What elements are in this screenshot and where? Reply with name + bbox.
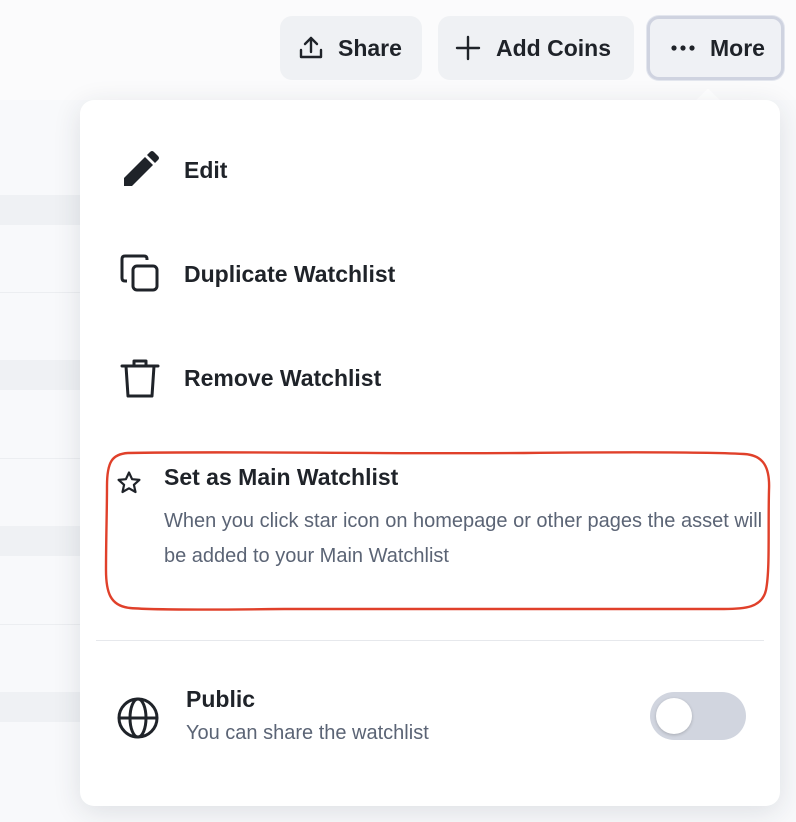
public-option: Public You can share the watchlist [80,670,780,770]
ellipsis-icon [670,44,696,52]
trash-icon [118,356,162,400]
background-divider [0,458,80,459]
more-dropdown-menu: Edit Duplicate Watchlist Remove Watchlis… [80,100,780,806]
public-description: You can share the watchlist [186,722,429,744]
set-main-watchlist-description: When you click star icon on homepage or … [164,510,763,567]
background-divider [0,292,80,293]
public-toggle[interactable] [650,692,746,740]
plus-icon [454,34,482,62]
public-title: Public [186,686,256,712]
duplicate-watchlist-label: Duplicate Watchlist [184,260,396,287]
add-coins-label: Add Coins [496,34,611,61]
background-row [0,692,80,722]
remove-watchlist-menu-item[interactable]: Remove Watchlist [80,338,780,418]
pencil-icon [118,148,162,192]
background-divider [0,624,80,625]
background-row [0,195,80,225]
watchlist-page: Share Add Coins More Edit Duplicate Watc… [0,0,796,822]
more-label: More [710,34,765,61]
share-button[interactable]: Share [280,16,422,80]
share-upload-icon [298,35,324,61]
toggle-knob [656,698,692,734]
copy-icon [118,252,162,296]
remove-watchlist-label: Remove Watchlist [184,364,382,391]
menu-divider [96,640,764,641]
star-icon [116,470,142,501]
globe-icon [116,696,160,745]
background-row [0,526,80,556]
add-coins-button[interactable]: Add Coins [438,16,634,80]
edit-menu-item[interactable]: Edit [80,130,780,210]
set-main-watchlist-option[interactable]: Set as Main Watchlist When you click sta… [104,450,770,610]
watchlist-toolbar: Share Add Coins More [0,16,796,80]
more-button[interactable]: More [647,16,784,80]
background-row [0,360,80,390]
edit-label: Edit [184,156,228,183]
share-label: Share [338,34,402,61]
duplicate-watchlist-menu-item[interactable]: Duplicate Watchlist [80,234,780,314]
set-main-watchlist-title: Set as Main Watchlist [164,464,399,490]
